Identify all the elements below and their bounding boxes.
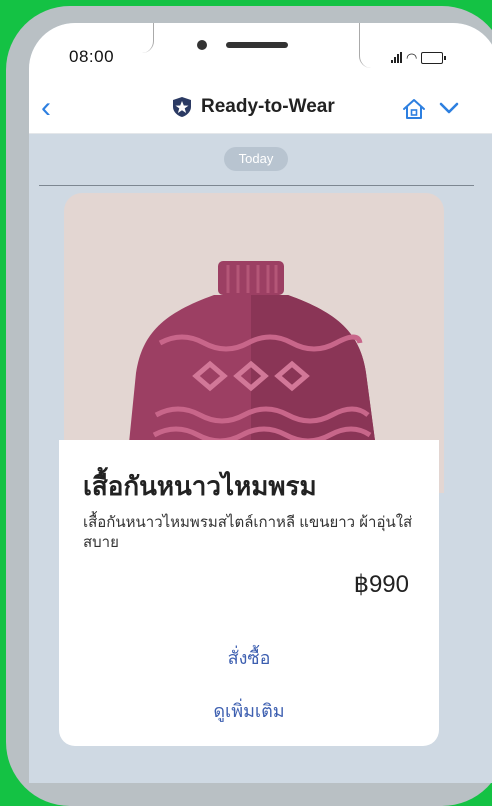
front-camera [197,40,207,50]
status-indicators: ◠ [391,50,447,65]
see-more-button[interactable]: ดูเพิ่มเติม [59,696,439,725]
product-price: ฿990 [353,571,409,598]
notch-edge-right [359,23,374,68]
chat-title: Ready-to-Wear [201,96,335,117]
product-description: เสื้อกันหนาวไหมพรมสไตล์เกาหลี แขนยาว ผ้า… [83,514,413,551]
chat-title-group: Ready-to-Wear [171,96,335,118]
product-title: เสื้อกันหนาวไหมพรม [83,471,317,501]
product-card: เสื้อกันหนาวไหมพรม เสื้อกันหนาวไหมพรมสไต… [59,440,439,746]
chevron-down-icon[interactable] [439,99,459,117]
back-chevron-icon[interactable]: ‹ [41,93,51,123]
status-time: 08:00 [69,47,115,66]
battery-icon [421,51,447,64]
chat-divider [39,185,474,186]
date-separator: Today [224,147,288,171]
phone-frame: 08:00 ◠ ‹ Ready-to-Wear Today เสื้อกันหน… [6,6,492,806]
notch-edge-left [139,23,154,53]
signal-icon [391,52,402,63]
phone-screen: 08:00 ◠ ‹ Ready-to-Wear Today เสื้อกันหน… [29,23,492,783]
home-icon[interactable] [401,97,427,121]
earpiece-speaker [226,42,288,48]
wifi-icon: ◠ [406,50,418,65]
order-button[interactable]: สั่งซื้อ [59,643,439,672]
chat-header: ‹ Ready-to-Wear [29,85,492,134]
verified-shield-icon [173,97,191,117]
status-bar: 08:00 ◠ [29,23,492,85]
